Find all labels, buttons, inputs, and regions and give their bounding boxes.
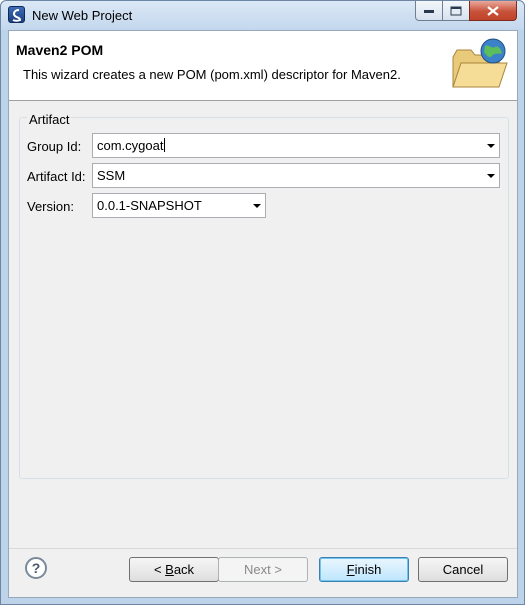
version-value: 0.0.1-SNAPSHOT <box>97 198 202 213</box>
group-id-label: Group Id: <box>27 139 82 154</box>
window-title: New Web Project <box>32 8 133 23</box>
next-button[interactable]: Next > <box>218 557 308 582</box>
maximize-button[interactable] <box>442 1 470 21</box>
close-icon <box>487 5 499 16</box>
chevron-down-icon[interactable] <box>253 204 261 208</box>
chevron-down-icon[interactable] <box>487 174 495 178</box>
maximize-icon <box>450 6 462 15</box>
minimize-icon <box>424 9 434 13</box>
group-id-value: com.cygoat <box>97 138 166 153</box>
version-label: Version: <box>27 199 74 214</box>
chevron-down-icon[interactable] <box>487 144 495 148</box>
eclipse-app-icon <box>8 6 25 23</box>
artifact-group-label: Artifact <box>27 112 72 127</box>
artifact-id-label: Artifact Id: <box>27 169 86 184</box>
dialog-window: New Web Project Maven2 POM This wizard c… <box>0 0 525 605</box>
artifact-id-combo[interactable]: SSM <box>92 163 500 188</box>
minimize-button[interactable] <box>415 1 443 21</box>
artifact-id-value: SSM <box>97 168 126 183</box>
version-combo[interactable]: 0.0.1-SNAPSHOT <box>92 193 266 218</box>
wizard-banner: Maven2 POM This wizard creates a new POM… <box>9 31 517 101</box>
back-button[interactable]: < Back <box>129 557 219 582</box>
title-bar[interactable]: New Web Project <box>1 1 524 30</box>
finish-button[interactable]: Finish <box>319 557 409 582</box>
cancel-button[interactable]: Cancel <box>418 557 508 582</box>
help-icon: ? <box>31 560 41 576</box>
help-button[interactable]: ? <box>25 557 47 579</box>
close-button[interactable] <box>469 1 517 21</box>
button-bar-divider <box>9 548 517 549</box>
group-id-combo[interactable]: com.cygoat <box>92 133 500 158</box>
folder-globe-icon <box>452 38 508 88</box>
page-description: This wizard creates a new POM (pom.xml) … <box>23 67 401 82</box>
dialog-content: Maven2 POM This wizard creates a new POM… <box>8 30 518 598</box>
page-title: Maven2 POM <box>16 42 104 58</box>
